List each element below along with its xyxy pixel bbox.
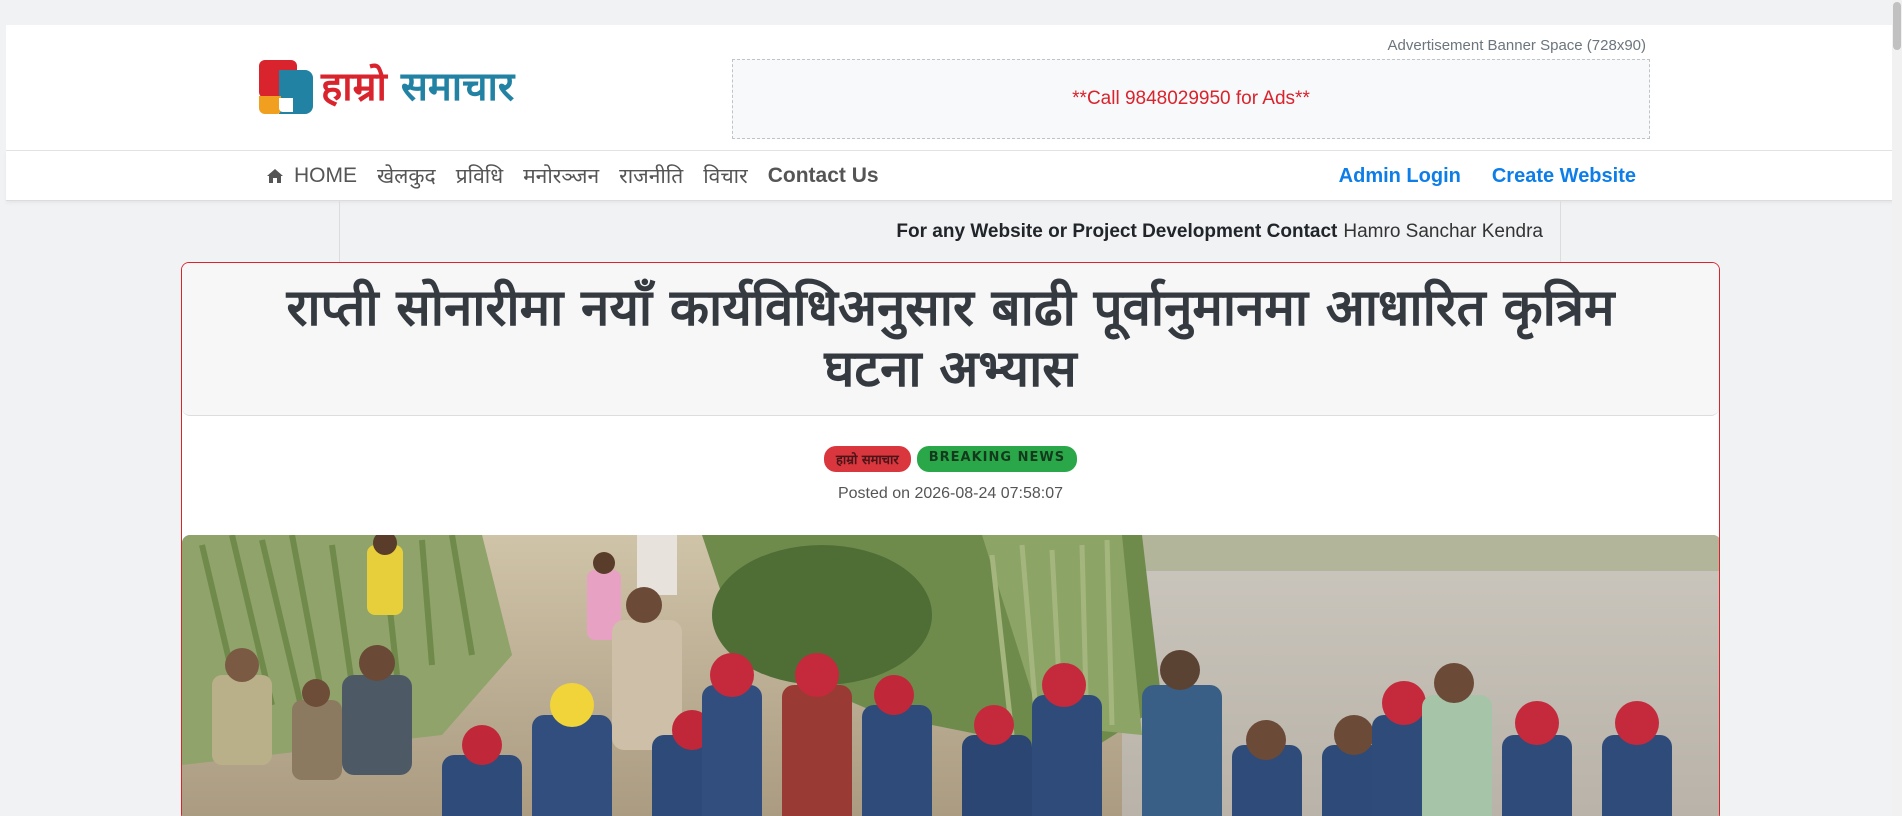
- create-website-link[interactable]: Create Website: [1492, 165, 1636, 188]
- top-strip: [0, 0, 1902, 25]
- logo-word-1: हाम्रो: [321, 64, 387, 110]
- contact-strip-value: Hamro Sanchar Kendra: [1343, 220, 1543, 242]
- article-card: राप्ती सोनारीमा नयाँ कार्यविधिअनुसार बाढ…: [181, 262, 1720, 816]
- nav-item-sports[interactable]: खेलकुद: [377, 162, 436, 190]
- nav-actions: Admin Login Create Website: [1308, 151, 1636, 201]
- contact-strip: For any Website or Project Development C…: [339, 201, 1561, 262]
- category-badge[interactable]: हाम्रो समाचार: [823, 446, 911, 472]
- nav-links: HOME खेलकुद प्रविधि मनोरञ्जन राजनीति विच…: [266, 151, 899, 201]
- home-icon: [267, 169, 283, 183]
- ad-caption: Advertisement Banner Space (728x90): [1387, 37, 1646, 54]
- posted-date: Posted on 2026-08-24 07:58:07: [837, 485, 1064, 502]
- nav-item-entertainment[interactable]: मनोरञ्जन: [523, 162, 599, 190]
- article-badges: हाम्रो समाचार BREAKING NEWS: [182, 446, 1719, 472]
- ad-banner[interactable]: **Call 9848029950 for Ads**: [732, 59, 1650, 139]
- article-title: राप्ती सोनारीमा नयाँ कार्यविधिअनुसार बाढ…: [286, 279, 1615, 399]
- logo-word-2: समाचार: [400, 64, 515, 110]
- logo-text: हाम्रो समाचार: [321, 60, 514, 114]
- nav-home-label: HOME: [294, 164, 357, 187]
- nav-item-home[interactable]: HOME: [266, 164, 357, 188]
- main-navbar: HOME खेलकुद प्रविधि मनोरञ्जन राजनीति विच…: [6, 151, 1896, 201]
- article-image: [182, 535, 1719, 816]
- contact-strip-label: For any Website or Project Development C…: [896, 220, 1338, 242]
- scrollbar-thumb[interactable]: [1893, 2, 1901, 50]
- site-logo[interactable]: हाम्रो समाचार: [259, 60, 514, 114]
- river-rescue-photo: [182, 535, 1719, 816]
- breaking-news-badge[interactable]: BREAKING NEWS: [916, 446, 1078, 472]
- admin-login-link[interactable]: Admin Login: [1339, 165, 1461, 188]
- logo-mark-icon: [259, 60, 313, 114]
- nav-item-technology[interactable]: प्रविधि: [456, 162, 503, 190]
- nav-item-opinion[interactable]: विचार: [703, 162, 747, 190]
- site-header: हाम्रो समाचार Advertisement Banner Space…: [6, 25, 1896, 151]
- nav-item-politics[interactable]: राजनीति: [619, 162, 683, 190]
- page-scrollbar[interactable]: [1892, 0, 1902, 816]
- article-header: राप्ती सोनारीमा नयाँ कार्यविधिअनुसार बाढ…: [182, 263, 1719, 416]
- ad-text: **Call 9848029950 for Ads**: [1072, 88, 1310, 109]
- nav-item-contact[interactable]: Contact Us: [768, 164, 879, 188]
